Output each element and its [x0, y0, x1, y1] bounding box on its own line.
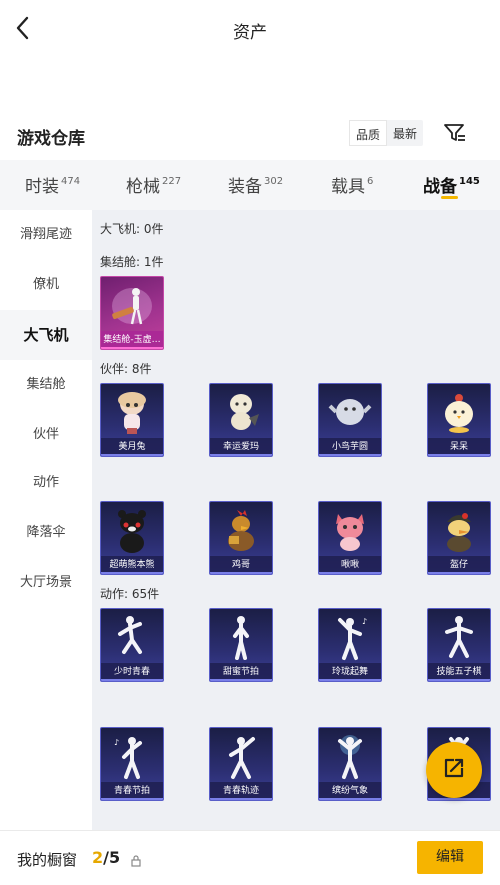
- sidebar-item-wingman[interactable]: 僚机: [0, 260, 92, 310]
- tab-label: 载具: [331, 177, 365, 197]
- showcase-total: /5: [103, 848, 121, 867]
- edit-button[interactable]: 编辑: [417, 841, 483, 874]
- tab-count: 302: [264, 176, 284, 187]
- rarity-bar: [101, 572, 163, 574]
- sidebar-item-lobby-scene[interactable]: 大厅场景: [0, 558, 92, 608]
- sidebar-item-assembly-pod[interactable]: 集结舱: [0, 360, 92, 410]
- rarity-bar: [210, 572, 272, 574]
- sidebar-item-parachute[interactable]: 降落伞: [0, 508, 92, 558]
- rarity-bar: [428, 572, 490, 574]
- rarity-bar: [101, 454, 163, 456]
- pink-creature-icon: [319, 502, 381, 558]
- item-card[interactable]: 技能五子棋: [427, 608, 491, 682]
- item-card[interactable]: ♪ 青春节拍: [100, 727, 164, 801]
- item-card[interactable]: 集结舱-玉虚…: [100, 276, 164, 350]
- item-card[interactable]: 啾啾: [318, 501, 382, 575]
- tab-label: 时装: [25, 177, 59, 197]
- rarity-bar: [428, 454, 490, 456]
- showcase-count: 2/5: [92, 848, 120, 867]
- rarity-bar: [428, 798, 490, 800]
- section-header: 游戏仓库: [0, 112, 500, 156]
- sort-quality-button[interactable]: 品质: [349, 120, 388, 146]
- rarity-bar: [210, 798, 272, 800]
- group-title-airplane: 大飞机: 0件: [100, 222, 164, 236]
- dance-pose-icon: ♪: [319, 609, 381, 665]
- showcase-label: 我的橱窗: [17, 851, 78, 869]
- group-title-companion: 伙伴: 8件: [100, 362, 152, 376]
- rarity-bar: [101, 679, 163, 681]
- item-card[interactable]: 缤纷气象: [318, 727, 382, 801]
- bear-icon: [101, 502, 163, 558]
- rarity-bar: [319, 679, 381, 681]
- bird-icon: [319, 384, 381, 440]
- showcase-current: 2: [92, 848, 104, 867]
- share-icon: [442, 756, 466, 784]
- tab-equipment[interactable]: 装备 302: [228, 172, 283, 197]
- dance-pose-icon: [319, 728, 381, 784]
- rarity-bar: [319, 798, 381, 800]
- filter-icon[interactable]: [443, 122, 467, 144]
- category-tabs: 时装 474 枪械 227 装备 302 载具 6 战备 145: [0, 160, 500, 210]
- dance-pose-icon: ♪: [101, 728, 163, 784]
- rarity-bar: [101, 798, 163, 800]
- chick-icon: [428, 384, 490, 440]
- tab-label: 装备: [228, 177, 262, 197]
- sidebar-item-emote[interactable]: 动作: [0, 458, 92, 508]
- helmet-duck-icon: [428, 502, 490, 558]
- lock-icon: [131, 852, 141, 867]
- sidebar-item-glide-trail[interactable]: 滑翔尾迹: [0, 210, 92, 260]
- item-card[interactable]: 鸡哥: [209, 501, 273, 575]
- active-tab-indicator: [441, 196, 458, 199]
- rarity-bar: [210, 454, 272, 456]
- dance-pose-icon: [428, 609, 490, 665]
- item-card[interactable]: 小鸟芋圆: [318, 383, 382, 457]
- sheep-icon: [210, 384, 272, 440]
- tab-guns[interactable]: 枪械 227: [126, 172, 181, 197]
- item-card[interactable]: 超萌熊本熊: [100, 501, 164, 575]
- sidebar-item-companion[interactable]: 伙伴: [0, 410, 92, 460]
- rooster-icon: [210, 502, 272, 558]
- tab-count: 227: [162, 176, 182, 187]
- tab-count: 6: [367, 176, 374, 187]
- dance-pose-icon: [210, 609, 272, 665]
- svg-text:♪: ♪: [362, 617, 367, 626]
- svg-text:♪: ♪: [114, 738, 119, 747]
- pod-icon: [101, 277, 163, 333]
- item-card[interactable]: 青春轨迹: [209, 727, 273, 801]
- rarity-bar: [319, 454, 381, 456]
- rarity-bar: [319, 572, 381, 574]
- dance-pose-icon: [210, 728, 272, 784]
- dance-pose-icon: [101, 609, 163, 665]
- group-title-emote: 动作: 65件: [100, 587, 160, 601]
- tab-label: 枪械: [126, 177, 160, 197]
- tab-battle-prep[interactable]: 战备 145: [423, 172, 480, 197]
- sort-toggle: 品质 最新: [349, 120, 424, 146]
- sidebar: 滑翔尾迹 僚机 大飞机 集结舱 伙伴 动作 降落伞 大厅场景: [0, 210, 92, 830]
- group-title-assembly-pod: 集结舱: 1件: [100, 255, 164, 269]
- item-card[interactable]: 盔仔: [427, 501, 491, 575]
- showcase-bar: 我的橱窗 2/5 编辑: [0, 830, 500, 885]
- page-title: 资产: [233, 23, 267, 43]
- item-card[interactable]: 甜蜜节拍: [209, 608, 273, 682]
- item-card[interactable]: 少时青春: [100, 608, 164, 682]
- rarity-bar: [428, 679, 490, 681]
- item-grid-panel: 大飞机: 0件 集结舱: 1件 集结舱-玉虚… 伙伴: 8件 美月兔 幸运爱玛: [92, 210, 500, 830]
- item-card[interactable]: 美月兔: [100, 383, 164, 457]
- section-title: 游戏仓库: [17, 129, 85, 149]
- rabbit-doll-icon: [101, 384, 163, 440]
- tab-count: 145: [459, 176, 480, 187]
- rarity-bar: [210, 679, 272, 681]
- top-bar: 资产: [0, 0, 500, 60]
- sidebar-item-airplane[interactable]: 大飞机: [0, 310, 92, 360]
- tab-count: 474: [61, 176, 81, 187]
- item-card[interactable]: 呆呆: [427, 383, 491, 457]
- item-card[interactable]: ♪ 玲珑起舞: [318, 608, 382, 682]
- item-card[interactable]: 幸运爱玛: [209, 383, 273, 457]
- tab-label: 战备: [423, 177, 457, 197]
- sort-latest-button[interactable]: 最新: [387, 120, 423, 146]
- tab-vehicles[interactable]: 载具 6: [331, 172, 373, 197]
- tab-fashion[interactable]: 时装 474: [25, 172, 80, 197]
- share-fab-button[interactable]: [426, 742, 482, 798]
- rarity-bar: [101, 347, 163, 349]
